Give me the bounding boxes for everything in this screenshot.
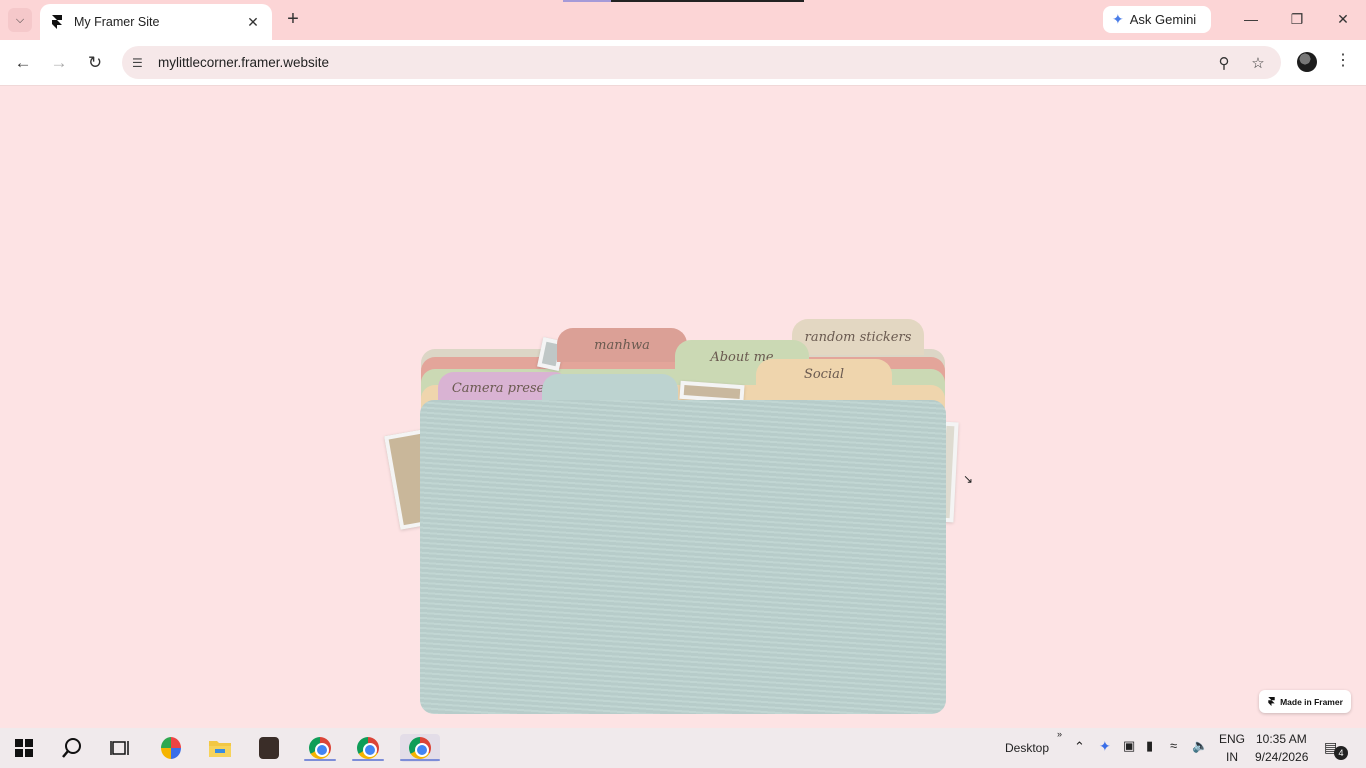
folder-tab-label: Social [803,366,845,382]
notifications-button[interactable]: ▤ 4 [1324,739,1348,760]
framer-icon [52,15,62,29]
chrome-icon [309,737,331,759]
camera-icon[interactable]: ▣ [1123,738,1135,754]
desktop-toolbar-label[interactable]: Desktop [1005,741,1049,755]
chrome-icon [409,737,431,759]
windows-start-button[interactable] [10,734,38,762]
new-tab-button[interactable]: + [282,8,304,30]
chrome-window-1[interactable] [304,734,336,762]
chrome-icon [357,737,379,759]
tab-drag-indicator [563,0,804,2]
task-view-icon [110,741,129,755]
clock-date[interactable]: 9/24/2026 [1255,750,1308,764]
tab-title: My Framer Site [74,15,160,29]
notification-count-badge: 4 [1334,746,1348,760]
made-in-framer-badge[interactable]: Made in Framer [1259,690,1351,713]
browser-toolbar: ← → ↻ ☰ mylittlecorner.framer.website ⚲ … [0,40,1366,86]
folder-tab-random-stickers[interactable]: random stickers [792,319,924,355]
toolbar-expand-icon[interactable]: » [1057,729,1062,739]
search-button[interactable] [58,734,86,762]
volume-icon[interactable]: 🔈 [1192,738,1208,754]
chrome-window-2[interactable] [352,734,384,762]
badge-label: Made in Framer [1280,696,1343,707]
framer-icon [1268,697,1275,706]
tab-active[interactable]: My Framer Site ✕ [40,4,272,40]
tab-strip: ⌵ My Framer Site ✕ + ✦ Ask Gemini — ❐ ✕ [0,0,1366,40]
chevron-down-icon: ⌵ [15,13,25,26]
close-tab-icon[interactable]: ✕ [244,14,262,31]
search-icon [62,738,81,758]
minimize-button[interactable]: — [1241,9,1261,29]
folder-icon [209,741,231,757]
reload-button[interactable]: ↻ [84,52,106,74]
running-indicator [304,759,336,761]
app-icon-avatar[interactable] [255,734,283,762]
gemini-icon: ✦ [1112,11,1124,27]
back-button[interactable]: ← [12,52,34,74]
zoom-icon[interactable]: ⚲ [1213,54,1235,72]
taskbar: Desktop » ⌃ ✦ ▣ ▮ ≈ 🔈 ENG IN 10:35 AM 9/… [0,728,1366,768]
battery-icon[interactable]: ▮ [1146,738,1153,754]
chrome-window-active[interactable] [400,734,440,762]
restore-button[interactable]: ❐ [1287,9,1307,29]
language-line-1[interactable]: ENG [1219,732,1245,746]
folder-tab-social[interactable]: Social [756,359,892,389]
ask-gemini-button[interactable]: ✦ Ask Gemini [1103,6,1211,33]
forward-button[interactable]: → [48,52,70,74]
app-icon-colorful[interactable] [157,734,185,762]
page-canvas: manhwa random stickers About me Social C… [0,87,1366,728]
file-explorer-button[interactable] [206,734,234,762]
language-line-2[interactable]: IN [1226,750,1238,764]
bookmark-star-icon[interactable]: ☆ [1247,54,1269,72]
task-view-button[interactable] [106,734,134,762]
close-window-button[interactable]: ✕ [1333,9,1353,29]
folder-tab-label: manhwa [594,337,650,353]
address-bar[interactable]: ☰ mylittlecorner.framer.website ⚲ ☆ [122,46,1281,79]
site-info-icon[interactable]: ☰ [132,56,148,70]
windows-icon [15,739,33,757]
url-text[interactable]: mylittlecorner.framer.website [158,55,1213,70]
tab-search-button[interactable]: ⌵ [8,8,32,32]
character-icon [259,737,279,759]
cursor-icon: ↘ [963,472,974,486]
colorful-app-icon [161,737,181,759]
folder-tab-manhwa[interactable]: manhwa [557,328,687,362]
chevron-up-icon[interactable]: ⌃ [1074,739,1085,755]
running-indicator [352,759,384,761]
front-folder[interactable] [420,400,946,714]
copilot-icon[interactable]: ✦ [1099,738,1111,755]
running-indicator [400,759,440,761]
browser-menu-icon[interactable]: ⋮ [1335,50,1351,74]
wifi-icon[interactable]: ≈ [1170,738,1177,753]
profile-avatar[interactable] [1297,52,1317,72]
clock-time[interactable]: 10:35 AM [1256,732,1307,746]
folder-tab-label: Camera presets [451,380,557,396]
folder-tab-label: random stickers [804,329,912,345]
ask-gemini-label: Ask Gemini [1129,12,1197,27]
